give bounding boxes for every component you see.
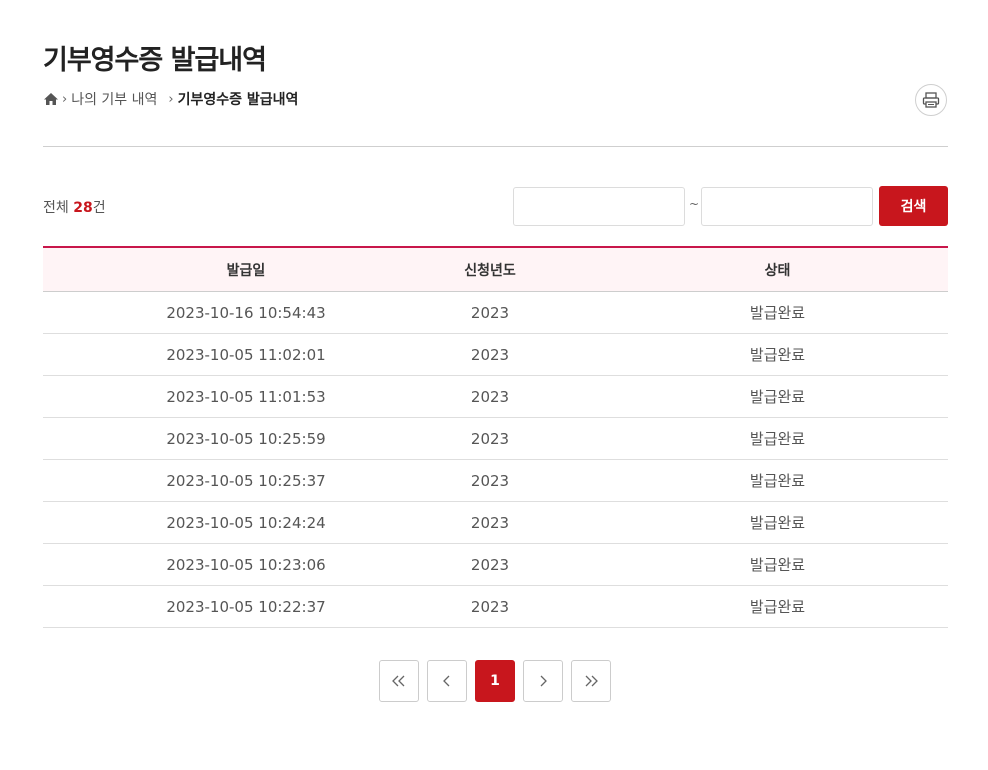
prev-page-button[interactable]: [427, 660, 467, 702]
cell-status: 발급완료: [749, 304, 806, 322]
cell-year: 2023: [470, 303, 510, 322]
cell-status: 발급완료: [749, 598, 806, 616]
home-icon[interactable]: [43, 91, 59, 107]
date-range-separator: ~: [689, 197, 700, 211]
end-date-input[interactable]: [701, 187, 873, 226]
cell-status: 발급완료: [749, 556, 806, 574]
breadcrumb-item-current: 기부영수증 발급내역: [177, 92, 299, 108]
cell-status: 발급완료: [749, 430, 806, 448]
total-count: 전체 28건: [43, 200, 106, 216]
table-row[interactable]: 2023-10-16 10:54:43 2023 발급완료: [43, 292, 948, 334]
cell-issue-date: 2023-10-05 10:24:24: [166, 513, 326, 532]
start-date-input[interactable]: [513, 187, 685, 226]
search-button[interactable]: 검색: [879, 186, 948, 226]
chevron-left-icon: [443, 675, 450, 687]
breadcrumb-item-my-donation[interactable]: 나의 기부 내역: [71, 89, 157, 109]
cell-issue-date: 2023-10-05 11:02:01: [166, 345, 326, 364]
double-chevron-right-icon: [585, 675, 598, 687]
table-row[interactable]: 2023-10-05 11:02:01 2023 발급완료: [43, 334, 948, 376]
print-button[interactable]: [915, 84, 947, 116]
cell-year: 2023: [470, 555, 510, 574]
cell-issue-date: 2023-10-05 10:25:59: [166, 429, 326, 448]
page-number-button[interactable]: 1: [475, 660, 515, 702]
cell-issue-date: 2023-10-05 10:23:06: [166, 555, 326, 574]
column-issue-date: 발급일: [226, 262, 266, 279]
table-row[interactable]: 2023-10-05 11:01:53 2023 발급완료: [43, 376, 948, 418]
receipt-table: 발급일 신청년도 상태 2023-10-16 10:54:43 2023 발급완…: [43, 246, 948, 628]
cell-year: 2023: [470, 471, 510, 490]
table-row[interactable]: 2023-10-05 10:24:24 2023 발급완료: [43, 502, 948, 544]
cell-year: 2023: [470, 345, 510, 364]
double-chevron-left-icon: [392, 675, 405, 687]
cell-issue-date: 2023-10-16 10:54:43: [166, 303, 326, 322]
print-icon: [922, 92, 940, 108]
cell-year: 2023: [470, 429, 510, 448]
page-title: 기부영수증 발급내역: [43, 45, 267, 76]
cell-year: 2023: [470, 597, 510, 616]
chevron-right-icon: [540, 675, 547, 687]
cell-status: 발급완료: [749, 388, 806, 406]
header-divider: [43, 146, 948, 147]
column-year: 신청년도: [464, 262, 516, 279]
table-header: 발급일 신청년도 상태: [43, 248, 948, 292]
table-row[interactable]: 2023-10-05 10:25:37 2023 발급완료: [43, 460, 948, 502]
cell-year: 2023: [470, 513, 510, 532]
cell-issue-date: 2023-10-05 10:22:37: [166, 597, 326, 616]
cell-status: 발급완료: [749, 514, 806, 532]
total-count-number: 28: [73, 200, 93, 216]
cell-issue-date: 2023-10-05 10:25:37: [166, 471, 326, 490]
breadcrumb: › 나의 기부 내역 › 기부영수증 발급내역: [43, 88, 298, 110]
table-row[interactable]: 2023-10-05 10:25:59 2023 발급완료: [43, 418, 948, 460]
table-row[interactable]: 2023-10-05 10:23:06 2023 발급완료: [43, 544, 948, 586]
first-page-button[interactable]: [379, 660, 419, 702]
next-page-button[interactable]: [523, 660, 563, 702]
cell-status: 발급완료: [749, 346, 806, 364]
cell-issue-date: 2023-10-05 11:01:53: [166, 387, 326, 406]
last-page-button[interactable]: [571, 660, 611, 702]
pagination: 1: [379, 660, 611, 702]
chevron-right-icon: ›: [168, 91, 174, 107]
table-row[interactable]: 2023-10-05 10:22:37 2023 발급완료: [43, 586, 948, 628]
chevron-right-icon: ›: [62, 91, 68, 107]
column-status: 상태: [764, 262, 791, 279]
cell-status: 발급완료: [749, 472, 806, 490]
cell-year: 2023: [470, 387, 510, 406]
